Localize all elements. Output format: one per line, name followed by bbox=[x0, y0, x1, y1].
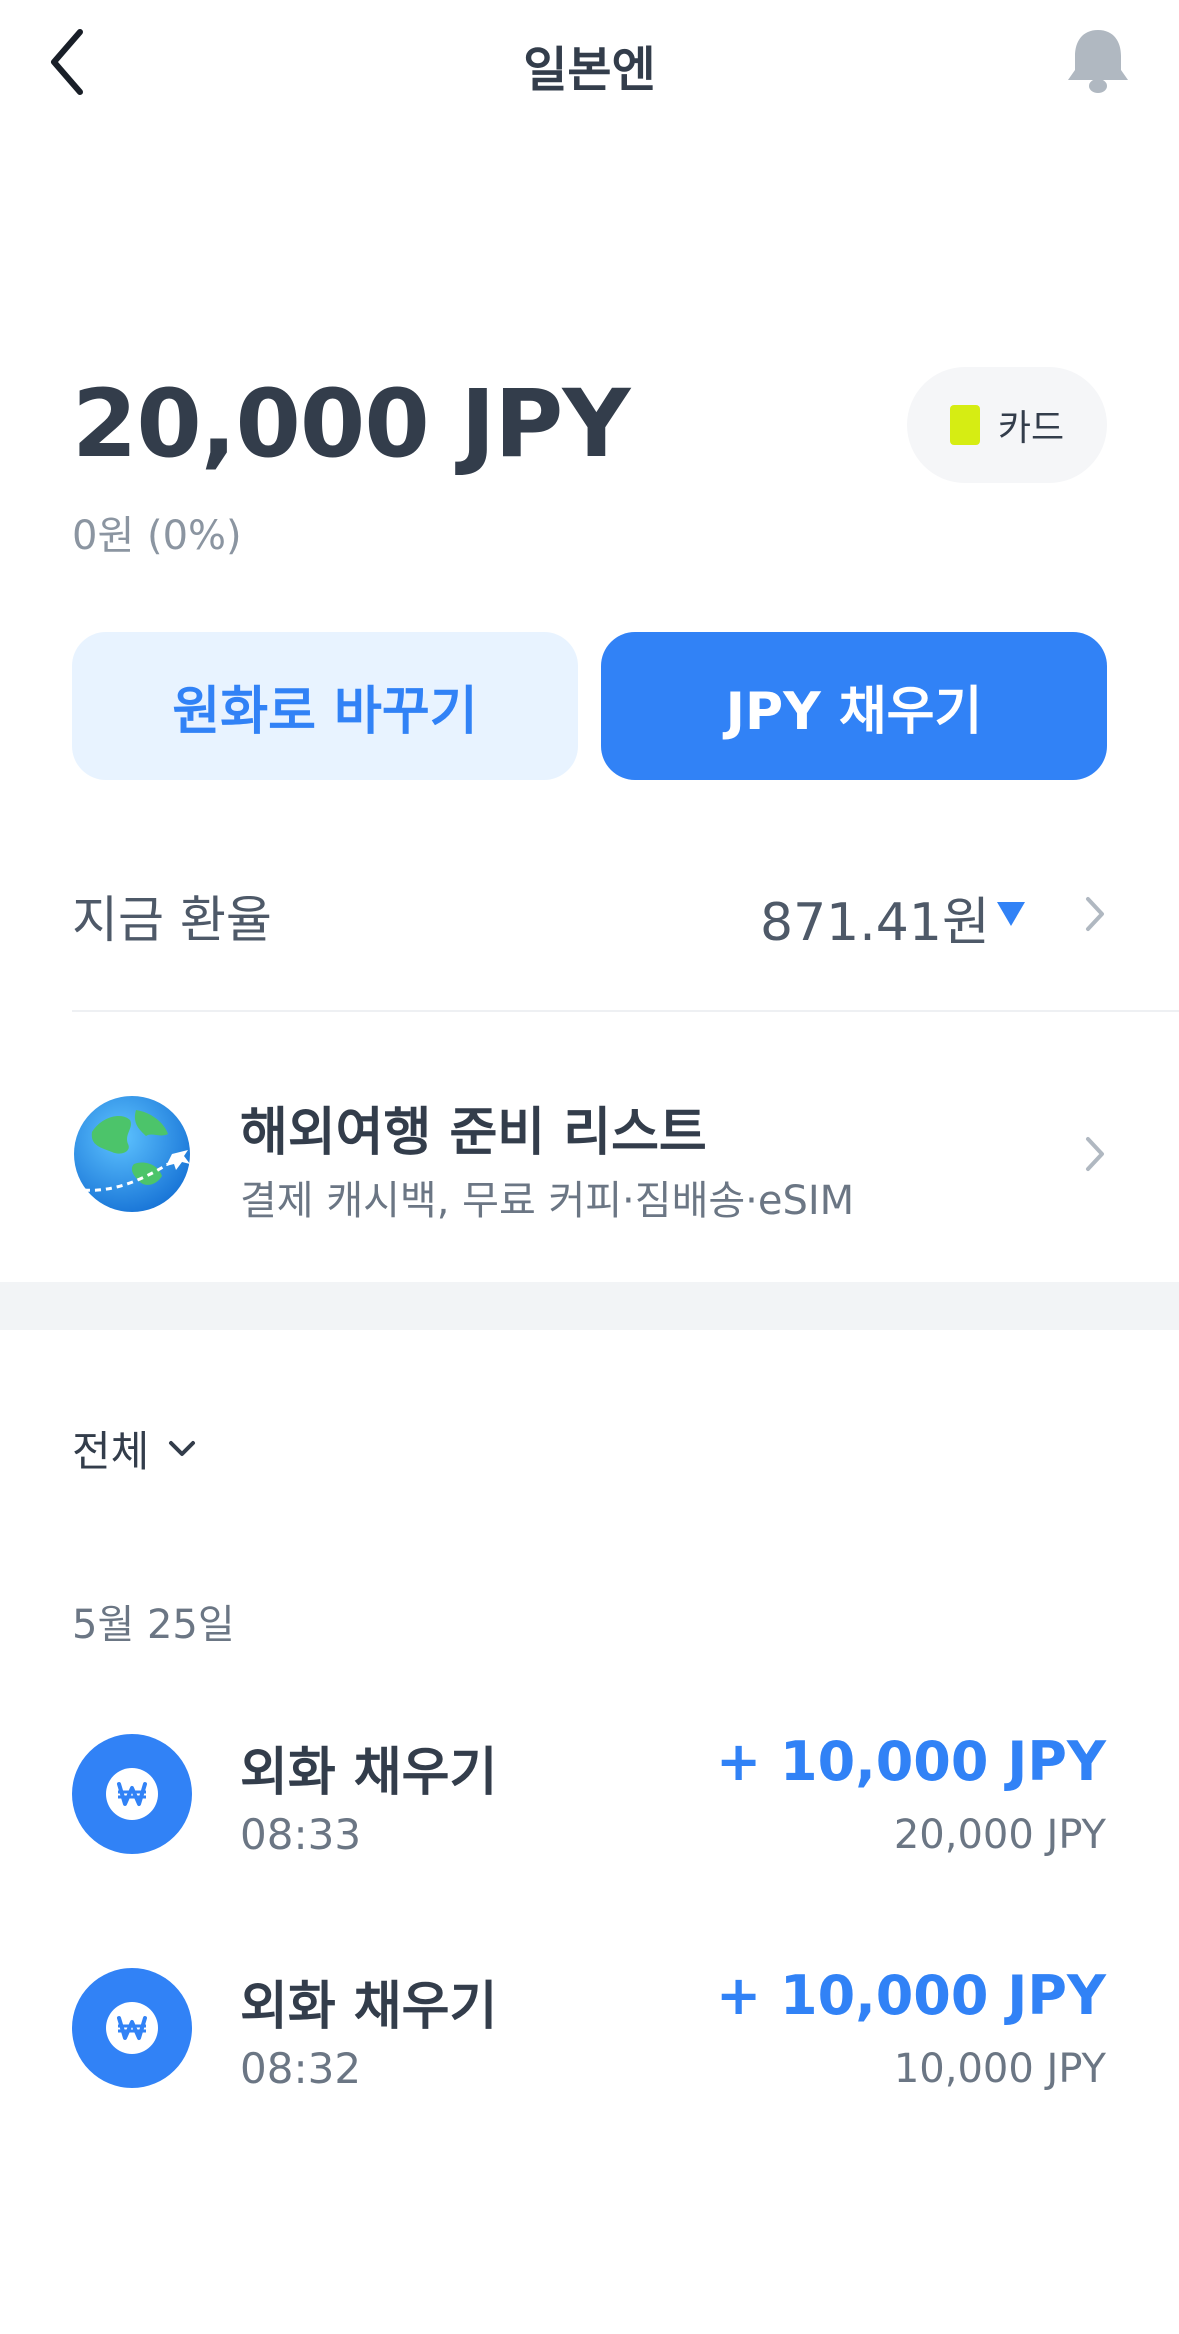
balance-amount: 20,000 JPY bbox=[72, 370, 630, 479]
transaction-amount: + 10,000 JPY bbox=[716, 1730, 1106, 1793]
chevron-right-icon bbox=[1080, 893, 1110, 935]
transaction-time: 08:33 bbox=[240, 1810, 362, 1859]
travel-checklist-title: 해외여행 준비 리스트 bbox=[240, 1103, 707, 1163]
bell-icon bbox=[1068, 30, 1128, 93]
transaction-amount: + 10,000 JPY bbox=[716, 1964, 1106, 2027]
exchange-rate-value: 871.41원 bbox=[760, 893, 990, 953]
page-title: 일본엔 bbox=[523, 42, 656, 98]
date-group-label: 5월 25일 bbox=[72, 1602, 235, 1648]
travel-checklist-subtitle: 결제 캐시백, 무료 커피·짐배송·eSIM bbox=[240, 1178, 855, 1224]
transaction-title: 외화 채우기 bbox=[240, 1977, 498, 2037]
notification-button[interactable] bbox=[1060, 22, 1136, 98]
divider bbox=[72, 1010, 1179, 1012]
transaction-balance: 20,000 JPY bbox=[893, 1812, 1106, 1858]
transaction-title: 외화 채우기 bbox=[240, 1743, 498, 1803]
exchange-rate-label: 지금 환율 bbox=[72, 891, 272, 949]
chevron-right-icon bbox=[1080, 1133, 1110, 1175]
card-button[interactable]: 카드 bbox=[907, 367, 1107, 483]
globe-airplane-icon bbox=[72, 1094, 192, 1214]
transaction-time: 08:32 bbox=[240, 2044, 362, 2093]
section-separator bbox=[0, 1282, 1179, 1330]
filter-label: 전체 bbox=[72, 1427, 150, 1476]
down-triangle-icon bbox=[995, 898, 1027, 930]
transaction-balance: 10,000 JPY bbox=[893, 2046, 1106, 2092]
won-icon bbox=[72, 1968, 192, 2088]
convert-to-krw-button[interactable]: 원화로 바꾸기 bbox=[72, 632, 578, 780]
chevron-down-icon bbox=[169, 1440, 196, 1456]
transaction-row[interactable]: 외화 채우기 08:32 + 10,000 JPY 10,000 JPY bbox=[0, 1954, 1179, 2114]
transaction-filter-dropdown[interactable]: 전체 bbox=[72, 1418, 197, 1479]
balance-krw-value: 0원 (0%) bbox=[72, 513, 242, 559]
fill-jpy-button[interactable]: JPY 채우기 bbox=[601, 632, 1107, 780]
card-label: 카드 bbox=[997, 408, 1065, 449]
won-icon bbox=[72, 1734, 192, 1854]
transaction-row[interactable]: 외화 채우기 08:33 + 10,000 JPY 20,000 JPY bbox=[0, 1720, 1179, 1880]
card-icon bbox=[949, 405, 980, 445]
